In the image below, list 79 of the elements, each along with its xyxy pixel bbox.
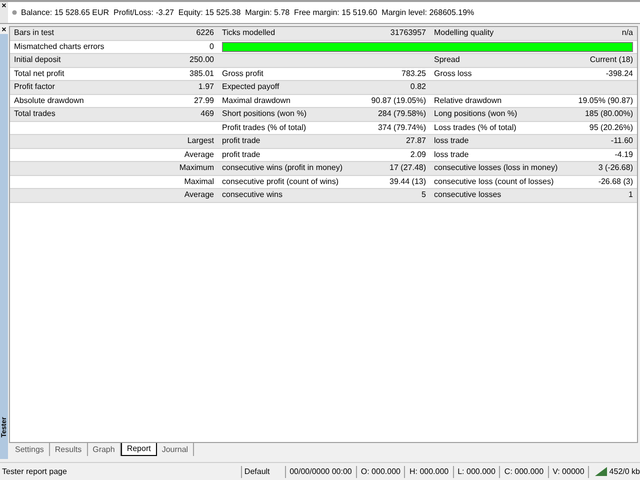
row-label: Maximum xyxy=(179,163,214,172)
status-message: Tester report page xyxy=(1,466,68,478)
report-tab[interactable]: Journal xyxy=(156,443,194,456)
row-value: 17 (27.48) xyxy=(390,163,426,172)
status-field: H: 000.000 xyxy=(404,466,453,478)
row-value: 1.97 xyxy=(198,82,214,92)
row-value: 1 xyxy=(628,190,633,200)
row-value: 469 xyxy=(200,109,214,118)
row-label: Total net profit xyxy=(14,68,64,78)
row-value: 0 xyxy=(210,42,214,51)
row-label: Gross loss xyxy=(434,68,472,78)
row-label: Maximal xyxy=(184,176,214,186)
row-value: -26.68 (3) xyxy=(598,176,633,186)
report-tab[interactable]: Settings xyxy=(10,443,50,456)
row-value: 284 (79.58%) xyxy=(378,109,426,118)
row-label: Short positions (won %) xyxy=(222,109,306,118)
status-field: V: 00000 xyxy=(548,466,588,478)
row-value: -398.24 xyxy=(606,68,633,78)
row-label: consecutive wins (profit in money) xyxy=(222,163,342,172)
row-label: Gross profit xyxy=(222,68,264,78)
row-label: Maximal drawdown xyxy=(222,96,290,105)
row-label: consecutive profit (count of wins) xyxy=(222,176,338,186)
row-label: loss trade xyxy=(434,136,469,146)
row-label: loss trade xyxy=(434,150,469,159)
row-label: consecutive wins xyxy=(222,190,282,200)
row-value: 0.82 xyxy=(410,82,426,92)
status-field: C: 000.000 xyxy=(499,466,548,478)
status-field: 00/00/0000 00:00 xyxy=(284,466,356,478)
row-value: 27.99 xyxy=(194,96,214,105)
status-field: O: 000.000 xyxy=(356,466,404,478)
row-label: profit trade xyxy=(222,136,260,146)
row-value: 5 xyxy=(422,190,426,200)
row-label: consecutive losses (loss in money) xyxy=(434,163,558,172)
row-value: 250.00 xyxy=(190,55,214,64)
row-value: 783.25 xyxy=(402,68,426,78)
row-label: Total trades xyxy=(14,109,56,118)
row-value: -11.60 xyxy=(610,136,633,146)
account-status-icon xyxy=(12,10,17,15)
row-value: -4.19 xyxy=(614,150,633,159)
row-value: 90.87 (19.05%) xyxy=(371,96,426,105)
row-value: 3 (-26.68) xyxy=(598,163,633,172)
row-label: Modelling quality xyxy=(434,28,494,38)
row-label: Relative drawdown xyxy=(434,96,502,105)
row-label: Absolute drawdown xyxy=(14,96,84,105)
row-label: Largest xyxy=(187,136,214,146)
row-label: Average xyxy=(184,190,214,200)
row-label: consecutive losses xyxy=(434,190,502,200)
row-label: Spread xyxy=(434,55,460,64)
row-label: consecutive loss (count of losses) xyxy=(434,176,554,186)
report-tab[interactable]: Report xyxy=(120,443,157,456)
row-label: Bars in test xyxy=(14,28,54,38)
row-value: n/a xyxy=(622,28,633,38)
row-value: 2.09 xyxy=(410,150,426,159)
row-value: 27.87 xyxy=(406,136,426,146)
row-value: 19.05% (90.87) xyxy=(578,96,633,105)
row-label: Initial deposit xyxy=(14,55,61,64)
row-value: 31763957 xyxy=(390,28,426,38)
row-value: 374 (79.74%) xyxy=(378,122,426,132)
row-label: Long positions (won %) xyxy=(434,109,518,118)
row-value: 39.44 (13) xyxy=(390,176,426,186)
report-tab[interactable]: Results xyxy=(50,443,88,456)
row-value: 385.01 xyxy=(190,68,214,78)
account-summary: Balance: 15 528.65 EUR Profit/Loss: -3.27 Equity: 15 525.38 Margin: 5.78 Free margin: 15 519.60 Margin level: 268605.19% xyxy=(21,6,474,18)
row-label: Mismatched charts errors xyxy=(14,42,104,51)
row-value: 6226 xyxy=(196,28,214,38)
row-label: Loss trades (% of total) xyxy=(434,122,516,132)
row-label: Profit trades (% of total) xyxy=(222,122,306,132)
row-value: Current (18) xyxy=(590,55,633,64)
row-value: 185 (80.00%) xyxy=(584,109,633,118)
status-profile: Default xyxy=(241,466,285,478)
row-label: profit trade xyxy=(222,150,260,159)
row-value: 95 (20.26%) xyxy=(589,122,633,132)
row-label: Ticks modelled xyxy=(222,28,276,38)
traffic-counter: 452/0 kb xyxy=(609,466,640,478)
close-button[interactable]: × xyxy=(0,26,8,34)
row-label: Expected payoff xyxy=(222,82,280,92)
row-label: Profit factor xyxy=(14,82,55,92)
row-label: Average xyxy=(184,150,214,159)
status-field: L: 000.000 xyxy=(452,466,500,478)
